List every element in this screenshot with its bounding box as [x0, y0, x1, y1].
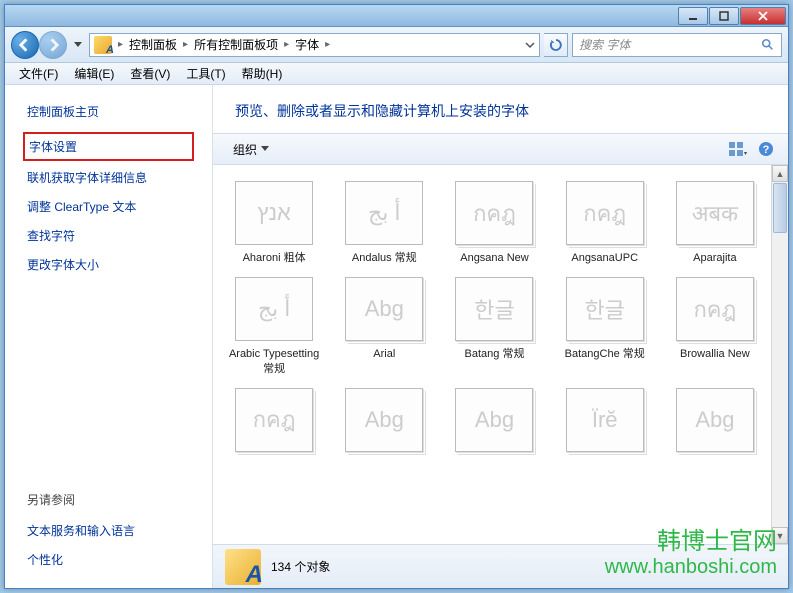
font-item[interactable]: 한글 BatangChe 常规	[552, 273, 658, 380]
font-item[interactable]: אנץ Aharoni 粗体	[221, 177, 327, 269]
close-button[interactable]	[740, 7, 786, 25]
toolbar: 组织 ?	[213, 133, 788, 165]
sidebar-find-char[interactable]: 查找字符	[5, 221, 212, 250]
font-grid-container: אנץ Aharoni 粗体 أ بج Andalus 常规 กคฎ Angsana Ne…	[213, 165, 788, 544]
view-options-button[interactable]	[728, 139, 748, 159]
font-grid: אנץ Aharoni 粗体 أ بج Andalus 常规 กคฎ Angsana Ne…	[213, 165, 788, 474]
chevron-right-icon: ▸	[323, 39, 332, 50]
menu-edit[interactable]: 编辑(E)	[66, 63, 122, 84]
scroll-thumb[interactable]	[773, 183, 787, 233]
nav-arrows	[11, 31, 67, 59]
status-count: 134 个对象	[271, 558, 330, 575]
search-placeholder: 搜索 字体	[579, 36, 630, 53]
titlebar	[5, 5, 788, 27]
menu-help[interactable]: 帮助(H)	[234, 63, 291, 84]
font-label: Aharoni 粗体	[243, 251, 306, 265]
font-item[interactable]: अबक Aparajita	[662, 177, 768, 269]
address-bar[interactable]: ▸ 控制面板 ▸ 所有控制面板项 ▸ 字体 ▸	[89, 33, 540, 57]
sidebar-font-size[interactable]: 更改字体大小	[5, 250, 212, 279]
font-label: Angsana New	[460, 251, 529, 265]
font-preview: Abg	[345, 388, 423, 452]
font-item[interactable]: أ بج Andalus 常规	[331, 177, 437, 269]
minimize-button[interactable]	[678, 7, 708, 25]
font-preview: Abg	[345, 277, 423, 341]
fonts-folder-icon	[94, 36, 112, 54]
chevron-down-icon	[261, 146, 269, 152]
sidebar-online-fonts[interactable]: 联机获取字体详细信息	[5, 163, 212, 192]
font-preview: 한글	[566, 277, 644, 341]
menu-view[interactable]: 查看(V)	[122, 63, 178, 84]
scroll-down-button[interactable]: ▼	[772, 527, 788, 544]
font-preview: กคฎ	[455, 181, 533, 245]
history-dropdown[interactable]	[71, 35, 85, 55]
font-preview: أ بج	[235, 277, 313, 341]
font-label: Arial	[373, 347, 395, 361]
font-preview: กคฎ	[235, 388, 313, 452]
breadcrumb-item[interactable]: 控制面板	[125, 36, 181, 53]
fonts-folder-icon	[225, 549, 261, 585]
page-title: 预览、删除或者显示和隐藏计算机上安装的字体	[213, 85, 788, 133]
menu-file[interactable]: 文件(F)	[11, 63, 66, 84]
font-label: Browallia New	[680, 347, 750, 361]
font-item[interactable]: Abg	[441, 384, 547, 462]
svg-text:?: ?	[763, 144, 770, 156]
see-also-title: 另请参阅	[27, 485, 190, 516]
sidebar-personalize[interactable]: 个性化	[27, 545, 190, 574]
font-preview: Abg	[455, 388, 533, 452]
breadcrumb-item[interactable]: 字体	[291, 36, 323, 53]
chevron-right-icon: ▸	[282, 39, 291, 50]
sidebar-home-link[interactable]: 控制面板主页	[5, 99, 212, 130]
font-item[interactable]: Ïrĕ	[552, 384, 658, 462]
menu-tools[interactable]: 工具(T)	[178, 63, 233, 84]
navbar: ▸ 控制面板 ▸ 所有控制面板项 ▸ 字体 ▸ 搜索 字体	[5, 27, 788, 63]
font-item[interactable]: 한글 Batang 常规	[441, 273, 547, 380]
chevron-right-icon: ▸	[116, 39, 125, 50]
maximize-button[interactable]	[709, 7, 739, 25]
main-panel: 预览、删除或者显示和隐藏计算机上安装的字体 组织 ? אנץ Aharoni 粗体…	[213, 85, 788, 588]
menubar: 文件(F) 编辑(E) 查看(V) 工具(T) 帮助(H)	[5, 63, 788, 85]
font-preview: Ïrĕ	[566, 388, 644, 452]
scroll-up-button[interactable]: ▲	[772, 165, 788, 182]
font-item[interactable]: Abg	[331, 384, 437, 462]
forward-button[interactable]	[39, 31, 67, 59]
font-item[interactable]: กคฎ Browallia New	[662, 273, 768, 380]
sidebar-font-settings[interactable]: 字体设置	[23, 132, 194, 161]
back-button[interactable]	[11, 31, 39, 59]
breadcrumb-item[interactable]: 所有控制面板项	[190, 36, 282, 53]
font-item[interactable]: กคฎ AngsanaUPC	[552, 177, 658, 269]
font-label: Andalus 常规	[352, 251, 417, 265]
font-item[interactable]: กคฎ Angsana New	[441, 177, 547, 269]
refresh-button[interactable]	[544, 33, 568, 57]
font-preview: กคฎ	[566, 181, 644, 245]
sidebar-cleartype[interactable]: 调整 ClearType 文本	[5, 192, 212, 221]
font-preview: Abg	[676, 388, 754, 452]
font-preview: กคฎ	[676, 277, 754, 341]
font-label: Arabic Typesetting 常规	[225, 347, 323, 376]
sidebar: 控制面板主页 字体设置 联机获取字体详细信息 调整 ClearType 文本 查…	[5, 85, 213, 588]
font-item[interactable]: أ بج Arabic Typesetting 常规	[221, 273, 327, 380]
window: ▸ 控制面板 ▸ 所有控制面板项 ▸ 字体 ▸ 搜索 字体 文件(F) 编辑(E…	[4, 4, 789, 589]
search-input[interactable]: 搜索 字体	[572, 33, 782, 57]
font-label: Batang 常规	[465, 347, 525, 361]
font-label: Aparajita	[693, 251, 736, 265]
vertical-scrollbar[interactable]: ▲ ▼	[771, 165, 788, 544]
help-button[interactable]: ?	[756, 139, 776, 159]
font-preview: أ بج	[345, 181, 423, 245]
organize-button[interactable]: 组织	[225, 138, 277, 161]
address-dropdown-icon[interactable]	[525, 40, 535, 50]
sidebar-footer: 另请参阅 文本服务和输入语言 个性化	[5, 485, 212, 574]
statusbar: 134 个对象	[213, 544, 788, 588]
font-label: BatangChe 常规	[565, 347, 645, 361]
font-preview: अबक	[676, 181, 754, 245]
font-preview: אנץ	[235, 181, 313, 245]
chevron-right-icon: ▸	[181, 39, 190, 50]
search-icon	[761, 38, 775, 52]
font-preview: 한글	[455, 277, 533, 341]
font-item[interactable]: กคฎ	[221, 384, 327, 462]
body-area: 控制面板主页 字体设置 联机获取字体详细信息 调整 ClearType 文本 查…	[5, 85, 788, 588]
sidebar-text-services[interactable]: 文本服务和输入语言	[27, 516, 190, 545]
font-label: AngsanaUPC	[571, 251, 638, 265]
font-item[interactable]: Abg Arial	[331, 273, 437, 380]
font-item[interactable]: Abg	[662, 384, 768, 462]
